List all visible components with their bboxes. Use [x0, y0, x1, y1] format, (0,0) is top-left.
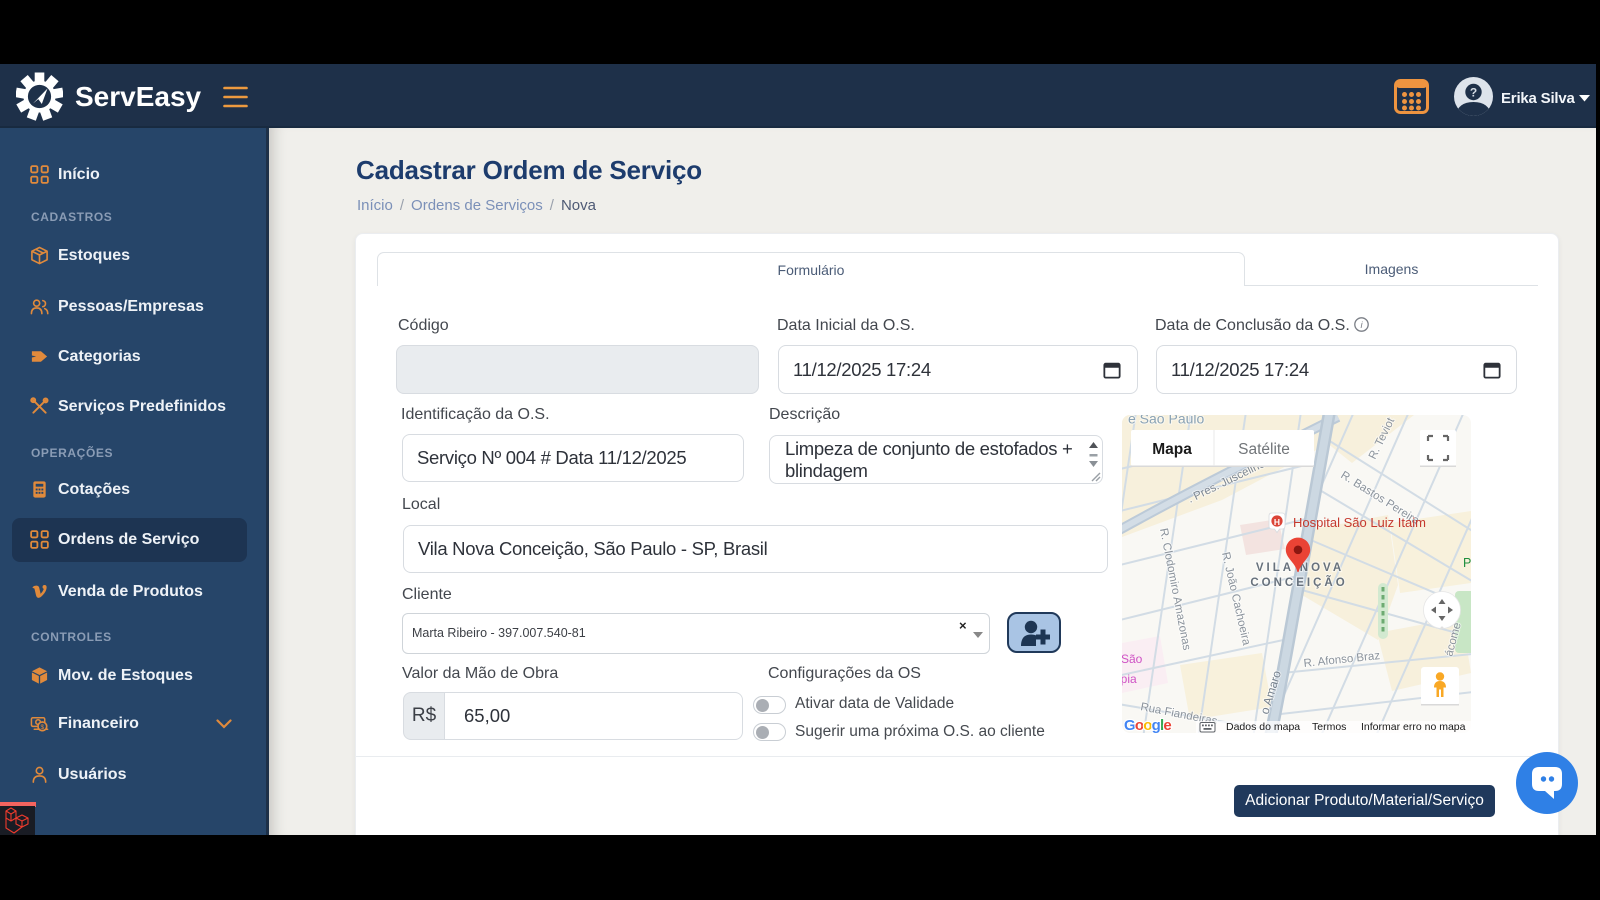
svg-text:Mapa: Mapa [1152, 441, 1192, 458]
svg-text:R. João Cachoeira: R. João Cachoeira [1219, 551, 1252, 647]
svg-text:i: i [1361, 320, 1364, 331]
svg-text:Informar erro no mapa: Informar erro no mapa [1361, 721, 1466, 733]
svg-text:ipia: ipia [1122, 672, 1137, 686]
svg-text:São: São [1122, 652, 1143, 666]
svg-text:Hospital São Luiz Itaim: Hospital São Luiz Itaim [1293, 515, 1426, 530]
svg-text:Google: Google [1124, 717, 1171, 733]
svg-text:P: P [1463, 556, 1471, 570]
svg-text:e São Paulo: e São Paulo [1128, 415, 1204, 427]
svg-text:CONCEIÇÃO: CONCEIÇÃO [1250, 576, 1347, 589]
svg-text:Termos: Termos [1312, 721, 1346, 733]
svg-text:?: ? [1470, 86, 1477, 100]
svg-text:Dados do mapa: Dados do mapa [1226, 721, 1300, 733]
svg-text:R. Clodomiro Amazonas: R. Clodomiro Amazonas [1157, 527, 1192, 651]
svg-text:H: H [1274, 517, 1280, 527]
svg-text:$: $ [40, 724, 44, 731]
svg-text:Satélite: Satélite [1238, 441, 1290, 458]
